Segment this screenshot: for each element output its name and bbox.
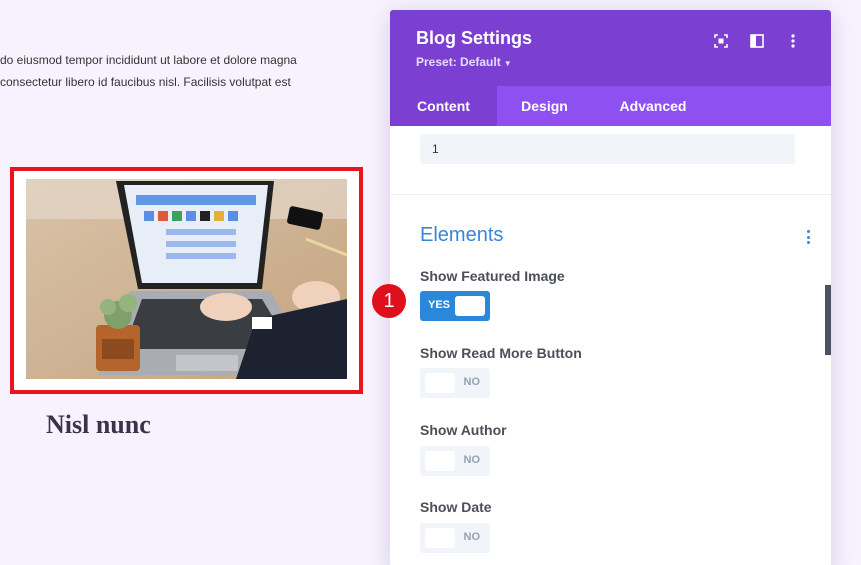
post-count-input[interactable]: 1: [420, 134, 795, 164]
caret-down-icon: ▼: [503, 59, 512, 68]
preset-label: Preset: Default: [416, 55, 501, 69]
tab-content[interactable]: Content: [390, 86, 497, 126]
option-label-read-more: Show Read More Button: [420, 345, 582, 361]
background-text: do eiusmod tempor incididunt ut labore e…: [0, 49, 360, 93]
background-text-line: consectetur libero id faucibus nisl. Fac…: [0, 75, 291, 89]
split-view-icon[interactable]: [739, 32, 775, 50]
toggle-read-more[interactable]: NO: [420, 368, 490, 398]
toggle-state-label: NO: [463, 454, 481, 466]
laptop-photo-icon: [26, 179, 347, 379]
toggle-knob: [425, 373, 455, 393]
featured-image[interactable]: [26, 179, 347, 379]
tab-design[interactable]: Design: [497, 86, 592, 126]
panel-title: Blog Settings: [416, 28, 532, 48]
step-badge: 1: [372, 284, 406, 318]
header-icons: [703, 32, 811, 50]
toggle-state-label: YES: [428, 299, 451, 311]
option-label-featured-image: Show Featured Image: [420, 268, 565, 284]
toggle-featured-image[interactable]: YES: [420, 291, 490, 321]
blog-settings-panel: Blog Settings Preset: Default ▼ Content …: [390, 10, 831, 565]
toggle-state-label: NO: [463, 376, 481, 388]
toggle-knob: [425, 528, 455, 548]
focus-icon[interactable]: [703, 32, 739, 50]
panel-header: Blog Settings Preset: Default ▼: [390, 10, 831, 86]
divider: [390, 194, 831, 195]
toggle-knob: [425, 451, 455, 471]
panel-tabs: Content Design Advanced: [390, 86, 831, 126]
toggle-author[interactable]: NO: [420, 446, 490, 476]
featured-image-highlight: [10, 167, 363, 394]
toggle-knob: [455, 296, 485, 316]
option-label-author: Show Author: [420, 422, 507, 438]
section-title-elements[interactable]: Elements: [420, 224, 503, 247]
option-label-date: Show Date: [420, 499, 492, 515]
background-text-line: do eiusmod tempor incididunt ut labore e…: [0, 53, 297, 67]
panel-scrollbar[interactable]: [825, 285, 831, 355]
tab-advanced[interactable]: Advanced: [592, 86, 714, 126]
panel-body: 1 Elements Show Featured Image YES Show …: [390, 126, 831, 565]
post-title[interactable]: Nisl nunc: [46, 410, 151, 440]
toggle-state-label: NO: [463, 531, 481, 543]
preset-selector[interactable]: Preset: Default ▼: [416, 55, 512, 69]
more-vertical-icon[interactable]: [775, 32, 811, 50]
section-more-icon[interactable]: [807, 230, 811, 244]
toggle-date[interactable]: NO: [420, 523, 490, 553]
